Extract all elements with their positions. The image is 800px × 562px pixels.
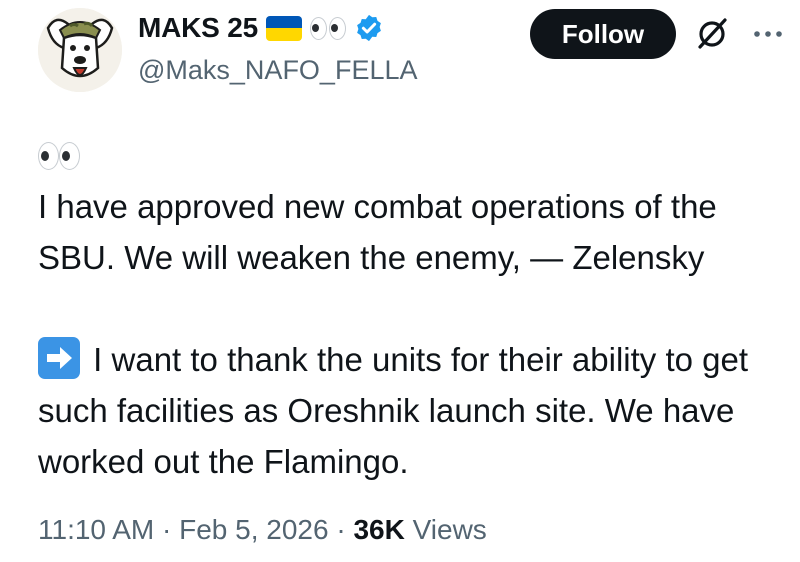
- author-name-row: MAKS 25: [138, 12, 384, 44]
- tweet-paragraph-2-text: I want to thank the units for their abil…: [38, 341, 749, 480]
- tweet-paragraph-1-text: I have approved new combat operations of…: [38, 188, 717, 276]
- eyes-emoji-icon: [309, 16, 346, 40]
- more-options-icon[interactable]: [750, 20, 786, 48]
- verified-badge-icon: [357, 14, 381, 42]
- views-count: 36K: [353, 514, 405, 545]
- follow-button[interactable]: Follow: [530, 9, 676, 59]
- meta-separator: ·: [336, 514, 346, 545]
- tweet-paragraph-2: I want to thank the units for their abil…: [38, 334, 788, 487]
- tweet-text: I have approved new combat operations of…: [38, 126, 788, 487]
- avatar[interactable]: [38, 8, 122, 92]
- nafo-dog-avatar-icon: [38, 8, 122, 92]
- tweet-paragraph-1: [38, 126, 788, 181]
- tweet-meta: 11:10 AM · Feb 5, 2026 · 36K Views: [38, 514, 487, 546]
- author-handle[interactable]: @Maks_NAFO_FELLA: [138, 55, 418, 86]
- grok-icon[interactable]: [694, 16, 730, 52]
- display-name[interactable]: MAKS 25: [138, 12, 258, 44]
- tweet-time[interactable]: 11:10 AM: [38, 514, 154, 545]
- ukraine-flag-icon: [84, 137, 128, 167]
- ukraine-flag-icon: [265, 15, 302, 41]
- right-arrow-emoji-icon: [38, 337, 80, 379]
- meta-separator: ·: [162, 514, 172, 545]
- views-label: Views: [412, 514, 487, 545]
- tweet-date[interactable]: Feb 5, 2026: [179, 514, 328, 545]
- eyes-emoji-icon: [38, 130, 80, 181]
